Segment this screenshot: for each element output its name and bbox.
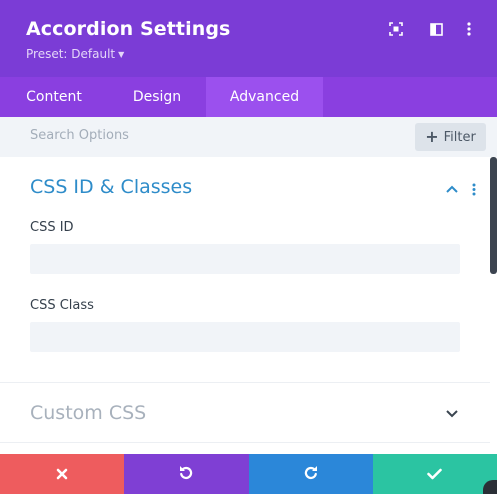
expand-icon[interactable] <box>387 20 405 38</box>
undo-button[interactable] <box>124 454 249 494</box>
resize-handle[interactable] <box>483 480 497 494</box>
sidebar-toggle-icon[interactable] <box>427 20 445 38</box>
redo-icon <box>303 464 319 484</box>
tab-design[interactable]: Design <box>108 77 206 117</box>
close-icon <box>56 465 68 484</box>
css-class-field[interactable] <box>30 322 460 352</box>
search-input[interactable]: Search Options <box>30 128 129 143</box>
chevron-up-icon[interactable] <box>444 181 460 197</box>
settings-panel: Accordion Settings Preset: Default ▼ Con… <box>0 0 497 494</box>
redo-button[interactable] <box>248 454 373 494</box>
css-class-label: CSS Class <box>30 298 94 313</box>
chevron-down-icon[interactable] <box>444 406 460 422</box>
scrollbar[interactable] <box>490 157 497 274</box>
footer-actions <box>0 454 497 494</box>
plus-icon: + <box>425 127 439 146</box>
search-bar: Search Options + Filter <box>0 117 497 157</box>
caret-down-icon: ▼ <box>118 50 125 59</box>
section-title-css-id-classes[interactable]: CSS ID & Classes <box>30 176 192 198</box>
preset-dropdown[interactable]: Preset: Default ▼ <box>26 47 124 61</box>
section-divider <box>0 382 490 383</box>
section-title-custom-css[interactable]: Custom CSS <box>30 402 146 424</box>
more-vertical-icon[interactable] <box>460 20 478 38</box>
css-id-field[interactable] <box>30 244 460 274</box>
tab-content[interactable]: Content <box>0 77 108 117</box>
undo-icon <box>178 464 194 484</box>
preset-label: Preset: Default <box>26 47 116 61</box>
check-icon <box>427 465 443 484</box>
filter-label: Filter <box>443 129 476 145</box>
tab-bar: Content Design Advanced <box>0 77 497 117</box>
filter-button[interactable]: + Filter <box>415 123 486 151</box>
panel-title: Accordion Settings <box>26 18 231 40</box>
save-button[interactable] <box>372 454 497 494</box>
section-divider <box>0 442 490 443</box>
tab-advanced[interactable]: Advanced <box>206 77 323 117</box>
cancel-button[interactable] <box>0 454 125 494</box>
panel-header: Accordion Settings Preset: Default ▼ <box>0 0 497 77</box>
section-more-icon[interactable] <box>469 181 479 197</box>
css-id-label: CSS ID <box>30 220 74 235</box>
